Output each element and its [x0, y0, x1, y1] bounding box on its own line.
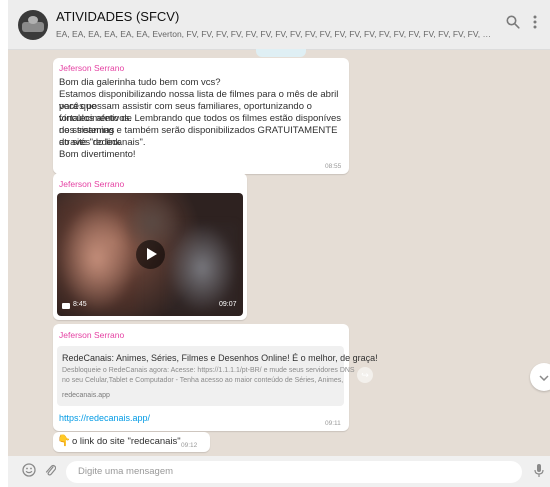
sender-name[interactable]: Jeferson Serrano: [59, 179, 124, 189]
video-camera-icon: [62, 303, 70, 309]
message-time: 09:11: [325, 420, 341, 427]
link-preview-title: RedeCanais: Animes, Séries, Filmes e Des…: [62, 353, 378, 363]
emoji-icon[interactable]: [22, 463, 36, 481]
link-preview[interactable]: RedeCanais: Animes, Séries, Filmes e Des…: [57, 346, 378, 406]
message-line: Bom divertimento!: [59, 149, 136, 160]
sender-name[interactable]: Jeferson Serrano: [59, 63, 124, 73]
mic-icon[interactable]: [534, 463, 544, 482]
link-preview-description: no seu Celular,Tablet e Computador - Ten…: [62, 377, 344, 384]
scroll-down-button[interactable]: [530, 363, 550, 391]
group-title[interactable]: ATIVIDADES (SFCV): [56, 9, 179, 24]
video-duration: 8:45: [73, 301, 87, 308]
video-message-bubble[interactable]: Jeferson Serrano 8:45 09:07: [53, 173, 247, 320]
play-icon[interactable]: [136, 240, 165, 269]
message-input-placeholder: Digite uma mensagem: [78, 466, 174, 477]
link-preview-domain: redecanais.app: [62, 392, 110, 399]
sender-name[interactable]: Jeferson Serrano: [59, 330, 124, 340]
message-bubble[interactable]: 👇 o link do site "redecanais" 09:12: [53, 432, 210, 452]
message-time: 09:12: [181, 442, 198, 449]
message-input[interactable]: Digite uma mensagem: [66, 461, 522, 483]
pointing-down-emoji: 👇: [57, 435, 71, 447]
video-thumbnail[interactable]: 8:45 09:07: [57, 193, 243, 316]
chat-window: ATIVIDADES (SFCV) EA, EA, EA, EA, EA, EA…: [8, 0, 550, 487]
message-time: 08:55: [325, 163, 342, 170]
message-text: o link do site "redecanais": [72, 436, 181, 447]
attach-icon[interactable]: [44, 463, 57, 481]
message-line: Bom dia galerinha tudo bem com vcs?: [59, 77, 221, 88]
link-message-bubble[interactable]: Jeferson Serrano RedeCanais: Animes, Sér…: [53, 324, 378, 431]
link-preview-description: Desbloqueie o RedeCanais agora: Acesse: …: [62, 367, 355, 374]
message-bubble[interactable]: Jeferson Serrano Bom dia galerinha tudo …: [53, 58, 349, 174]
compose-bar: Digite uma mensagem: [8, 456, 550, 487]
group-participants[interactable]: EA, EA, EA, EA, EA, EA, Everton, FV, FV,…: [56, 29, 496, 39]
message-line: do site "redecanais".: [59, 137, 146, 148]
forward-icon[interactable]: ↪: [357, 367, 373, 383]
message-time: 09:07: [219, 301, 237, 308]
group-avatar[interactable]: [18, 10, 48, 40]
menu-dots-icon[interactable]: [533, 15, 537, 34]
message-list[interactable]: Jeferson Serrano Bom dia galerinha tudo …: [8, 49, 550, 456]
chat-header[interactable]: ATIVIDADES (SFCV) EA, EA, EA, EA, EA, EA…: [8, 0, 550, 50]
previous-message-tail: [256, 49, 306, 57]
message-link[interactable]: https://redecanais.app/: [59, 413, 150, 423]
search-icon[interactable]: [506, 15, 520, 34]
